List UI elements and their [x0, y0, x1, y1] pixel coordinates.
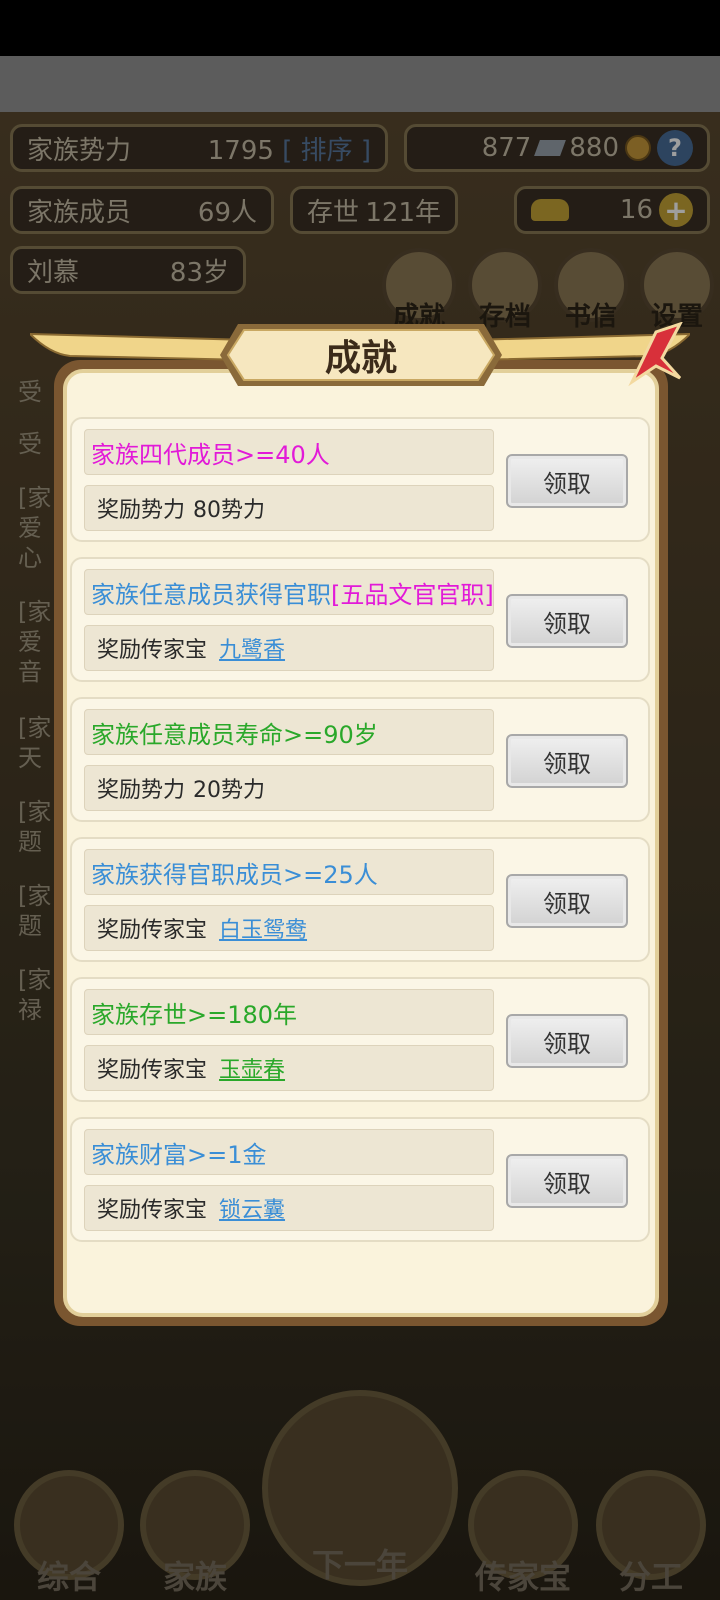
achievement-card: 家族任意成员获得官职 [五品文官官职] 奖励传家宝 九鹭香 领取	[70, 557, 650, 682]
achievement-condition: 家族四代成员>=40人	[84, 429, 494, 475]
heirloom-reward-link[interactable]: 白玉鸳鸯	[219, 912, 307, 944]
top-strip	[0, 56, 720, 112]
claim-button[interactable]: 领取	[506, 1014, 628, 1068]
reward-label: 奖励势力	[97, 778, 186, 803]
power-reward-value: 20势力	[193, 778, 266, 803]
claim-button[interactable]: 领取	[506, 594, 628, 648]
condition-text: 家族任意成员寿命>=90岁	[91, 720, 378, 749]
reward-label: 奖励传家宝	[97, 1198, 208, 1223]
dialog-title: 成就	[324, 338, 397, 379]
heirloom-reward-link[interactable]: 玉壶春	[219, 1052, 285, 1084]
claim-button[interactable]: 领取	[506, 734, 628, 788]
achievement-condition: 家族任意成员寿命>=90岁	[84, 709, 494, 755]
reward-label: 奖励传家宝	[97, 638, 208, 663]
reward-label: 奖励势力	[97, 498, 186, 523]
achievement-reward: 奖励势力 80势力	[84, 485, 494, 531]
achievement-condition: 家族存世>=180年	[84, 989, 494, 1035]
heirloom-reward-link[interactable]: 九鹭香	[219, 632, 285, 664]
condition-text: 家族四代成员>=40人	[91, 440, 330, 469]
achievement-card: 家族财富>=1金 奖励传家宝 锁云囊 领取	[70, 1117, 650, 1242]
achievement-reward: 奖励传家宝 九鹭香	[84, 625, 494, 671]
status-bar	[0, 0, 720, 56]
heirloom-reward-link[interactable]: 锁云囊	[219, 1192, 285, 1224]
achievement-reward: 奖励势力 20势力	[84, 765, 494, 811]
condition-rank-text: [五品文官官职]	[331, 580, 494, 609]
achievement-card: 家族获得官职成员>=25人 奖励传家宝 白玉鸳鸯 领取	[70, 837, 650, 962]
achievement-reward: 奖励传家宝 玉壶春	[84, 1045, 494, 1091]
achievement-condition: 家族获得官职成员>=25人	[84, 849, 494, 895]
condition-text: 家族任意成员获得官职	[91, 580, 331, 609]
condition-text: 家族存世>=180年	[91, 1000, 298, 1029]
achievement-card: 家族存世>=180年 奖励传家宝 玉壶春 领取	[70, 977, 650, 1102]
condition-text: 家族获得官职成员>=25人	[91, 860, 378, 889]
claim-button[interactable]: 领取	[506, 1154, 628, 1208]
claim-button[interactable]: 领取	[506, 454, 628, 508]
close-ribbon-icon[interactable]	[626, 322, 684, 388]
achievement-condition: 家族任意成员获得官职 [五品文官官职]	[84, 569, 494, 615]
power-reward-value: 80势力	[193, 498, 266, 523]
reward-label: 奖励传家宝	[97, 1058, 208, 1083]
claim-button[interactable]: 领取	[506, 874, 628, 928]
achievement-condition: 家族财富>=1金	[84, 1129, 494, 1175]
condition-text: 家族财富>=1金	[91, 1140, 267, 1169]
reward-label: 奖励传家宝	[97, 918, 208, 943]
achievement-reward: 奖励传家宝 白玉鸳鸯	[84, 905, 494, 951]
achievement-card: 家族任意成员寿命>=90岁奖励势力 20势力 领取	[70, 697, 650, 822]
achievement-card: 家族四代成员>=40人奖励势力 80势力 领取	[70, 417, 650, 542]
achievement-reward: 奖励传家宝 锁云囊	[84, 1185, 494, 1231]
